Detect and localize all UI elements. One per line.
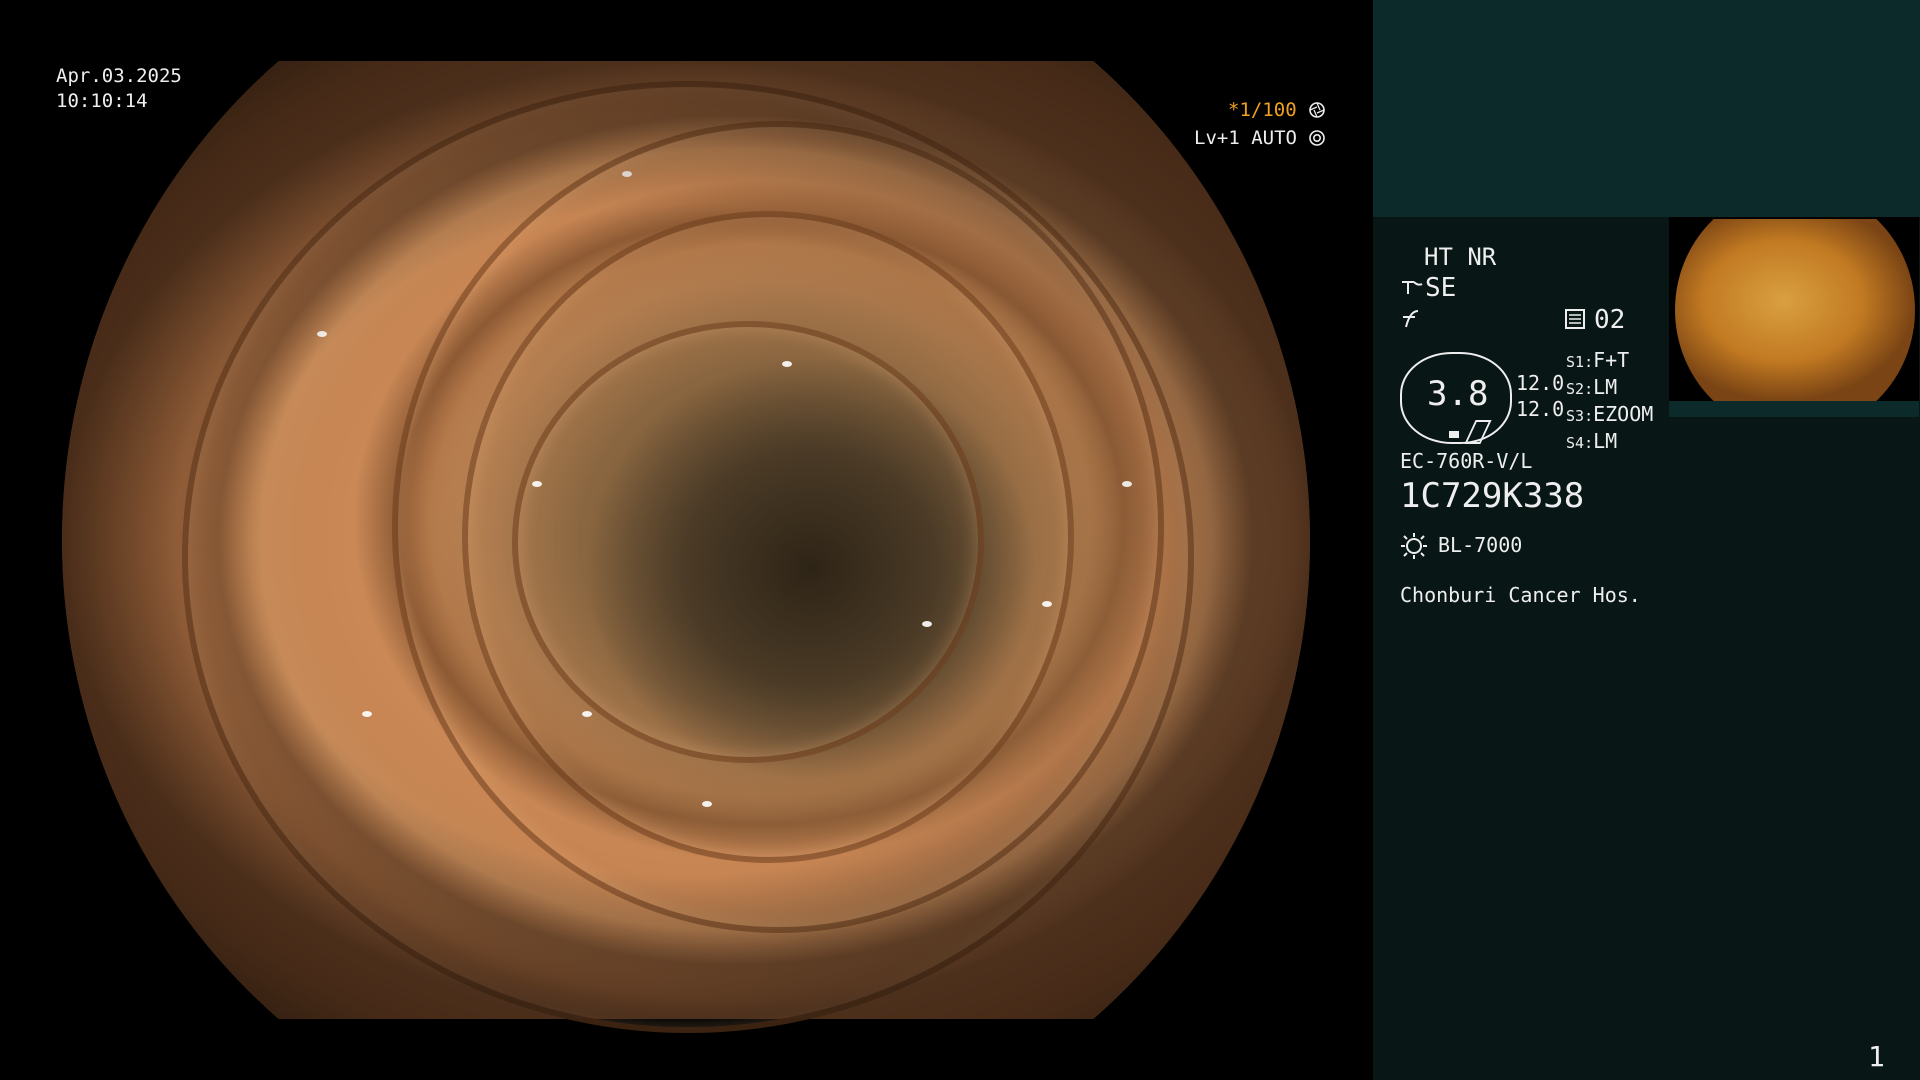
aperture-icon (1309, 102, 1325, 118)
memory-count: 02 (1594, 305, 1626, 335)
scale-bottom: 12.0 (1516, 397, 1565, 421)
page-number: 1 (1868, 1040, 1885, 1073)
thumbnail-image (1675, 219, 1915, 401)
specular-highlight (362, 711, 372, 717)
shutter-speed: *1/100 (1228, 99, 1326, 121)
color-mode-icon (1403, 310, 1419, 328)
exposure-level: Lv+1 AUTO (1194, 127, 1326, 149)
scope-model: EC-760R-V/L (1400, 449, 1533, 473)
memory-icon (1565, 309, 1585, 329)
switch-list: S1:F+T S2:LM S3:EZOOM S4:LM (1566, 348, 1653, 456)
specular-highlight (1042, 601, 1052, 607)
light-source-icon (1401, 533, 1427, 559)
shutter-label: *1/100 (1228, 99, 1297, 121)
specular-highlight (1122, 481, 1132, 487)
date-label: Apr.03.2025 (56, 65, 182, 87)
endoscopy-video-view: Apr.03.2025 10:10:14 *1/100 Lv+1 AUTO (0, 0, 1372, 1080)
specular-highlight (702, 801, 712, 807)
hospital-name: Chonburi Cancer Hos. (1400, 583, 1641, 607)
specular-highlight (317, 331, 327, 337)
structure-enhance-mode: SE (1425, 273, 1457, 303)
thumbnail-caption-strip (1669, 401, 1919, 417)
switch-item: S2:LM (1566, 375, 1618, 399)
mucosal-fold (182, 81, 1194, 1033)
iris-icon (1309, 130, 1326, 146)
scale-top: 12.0 (1516, 371, 1565, 395)
specular-highlight (922, 621, 932, 627)
time-label: 10:10:14 (56, 90, 148, 112)
colon-lumen-image (62, 61, 1310, 1033)
light-source-model: BL-7000 (1438, 533, 1523, 557)
switch-item: S1:F+T (1566, 348, 1630, 372)
specular-highlight (782, 361, 792, 367)
specular-highlight (582, 711, 592, 717)
zoom-value: 3.8 (1427, 374, 1489, 414)
mucosal-fold (462, 211, 1074, 863)
mucosal-fold (512, 321, 984, 763)
enhancement-mode: HT NR (1424, 243, 1497, 271)
captured-thumbnail[interactable] (1669, 217, 1919, 401)
scope-serial: 1C729K338 (1400, 476, 1585, 516)
timestamp: Apr.03.2025 10:10:14 (56, 64, 182, 114)
panel-header-area (1373, 0, 1920, 217)
zoom-marker (1449, 431, 1459, 438)
level-label: Lv+1 AUTO (1194, 127, 1297, 149)
structure-enhance-icon (1402, 281, 1423, 294)
switch-item: S3:EZOOM (1566, 402, 1654, 426)
specular-highlight (532, 481, 542, 487)
switch-item: S4:LM (1566, 429, 1618, 453)
mucosal-fold (392, 121, 1164, 933)
specular-highlight (622, 171, 632, 177)
